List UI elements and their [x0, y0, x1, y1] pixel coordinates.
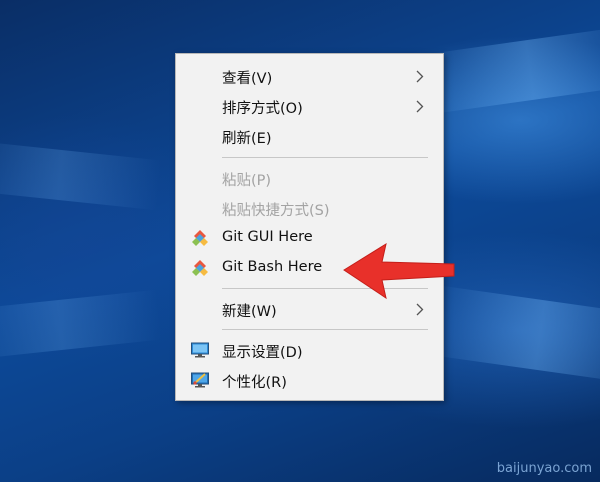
git-diamond-icon — [192, 260, 208, 276]
menu-item-label: 查看(V) — [222, 71, 273, 87]
menu-item-paste-shortcut[interactable]: 粘贴快捷方式(S) — [176, 193, 443, 223]
wallpaper-light-beam — [416, 24, 600, 116]
menu-item-label: 新建(W) — [222, 304, 277, 320]
red-annotation-arrow-icon — [343, 242, 455, 300]
menu-item-display-settings[interactable]: 显示设置(D) — [176, 335, 443, 365]
menu-separator — [222, 157, 428, 158]
menu-separator — [222, 329, 428, 330]
git-diamond-icon — [192, 230, 208, 246]
menu-item-view[interactable]: 查看(V) — [176, 61, 443, 91]
wallpaper-light-beam — [0, 289, 163, 361]
menu-item-personalize[interactable]: 个性化(R) — [176, 365, 443, 395]
menu-item-label: 排序方式(O) — [222, 101, 303, 117]
menu-item-label: Git Bash Here — [222, 259, 323, 275]
menu-item-sort-by[interactable]: 排序方式(O) — [176, 91, 443, 121]
wallpaper-light-beam — [0, 139, 163, 211]
menu-item-paste[interactable]: 粘贴(P) — [176, 163, 443, 193]
display-monitor-icon — [191, 342, 209, 358]
chevron-right-icon — [416, 100, 424, 113]
personalize-monitor-icon — [191, 372, 209, 388]
menu-item-label: Git GUI Here — [222, 229, 313, 245]
chevron-right-icon — [416, 303, 424, 316]
menu-item-label: 粘贴(P) — [222, 173, 272, 189]
menu-item-label: 显示设置(D) — [222, 345, 303, 361]
menu-item-label: 刷新(E) — [222, 131, 272, 147]
menu-item-refresh[interactable]: 刷新(E) — [176, 121, 443, 151]
watermark-text: baijunyao.com — [496, 461, 592, 476]
menu-item-label: 粘贴快捷方式(S) — [222, 203, 330, 219]
menu-item-label: 个性化(R) — [222, 375, 287, 391]
desktop-context-menu: 查看(V) 排序方式(O) 刷新(E) 粘贴(P) 粘贴快捷方式(S) Git … — [175, 53, 444, 401]
chevron-right-icon — [416, 70, 424, 83]
